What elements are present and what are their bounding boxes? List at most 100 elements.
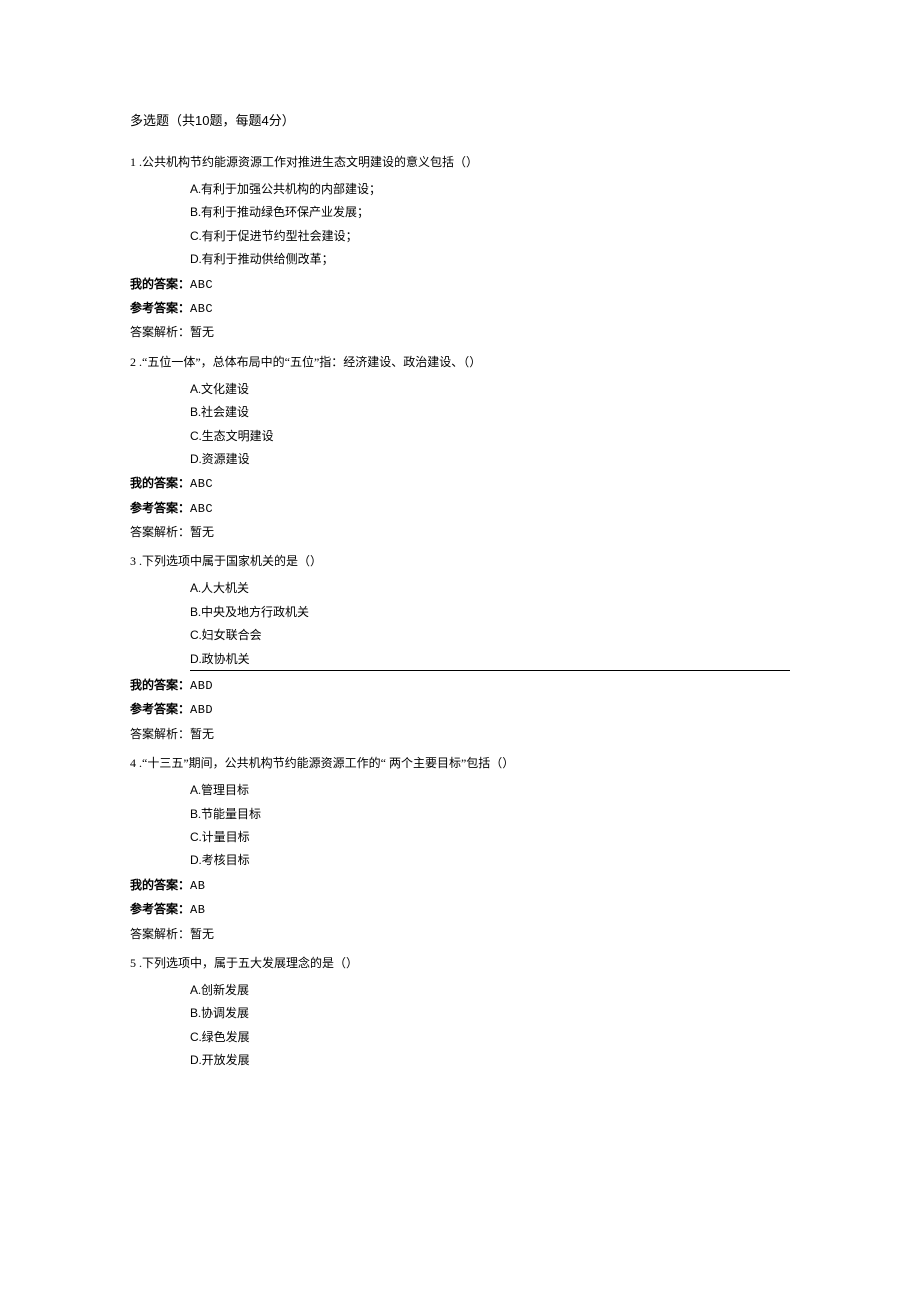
option-item[interactable]: A.管理目标 xyxy=(190,780,790,800)
option-text: .创新发展 xyxy=(198,983,249,997)
option-letter: B xyxy=(190,1006,198,1020)
option-item[interactable]: D.资源建设 xyxy=(190,449,790,469)
question-block: 4 .“十三五”期间，公共机构节约能源资源工作的“ 两个主要目标”包括（） A.管… xyxy=(130,754,790,944)
option-item[interactable]: A.人大机关 xyxy=(190,578,790,598)
question-stem: 1 .公共机构节约能源资源工作对推进生态文明建设的意义包括（） xyxy=(130,153,790,171)
option-letter: A xyxy=(190,783,198,797)
option-item[interactable]: C.生态文明建设 xyxy=(190,426,790,446)
reference-answer-label: 参考答案： xyxy=(130,902,190,916)
questions-list: 1 .公共机构节约能源资源工作对推进生态文明建设的意义包括（）A.有利于加强公共… xyxy=(130,153,790,1071)
question-stem: 5 .下列选项中，属于五大发展理念的是（） xyxy=(130,954,790,972)
option-text: .有利于推动绿色环保产业发展； xyxy=(198,205,369,219)
reference-answer-line: 参考答案：ABD xyxy=(130,699,790,720)
option-text: .有利于促进节约型社会建设； xyxy=(199,229,358,243)
question-block: 1 .公共机构节约能源资源工作对推进生态文明建设的意义包括（） A.有利于加强公共… xyxy=(130,153,790,343)
option-item[interactable]: B.中央及地方行政机关 xyxy=(190,602,790,622)
option-item[interactable]: A.有利于加强公共机构的内部建设； xyxy=(190,179,790,199)
question-text: .公共机构节约能源资源工作对推进生态文明建设的意义包括（） xyxy=(136,155,478,169)
option-item[interactable]: A.文化建设 xyxy=(190,379,790,399)
question-stem: 4 .“十三五”期间，公共机构节约能源资源工作的“ 两个主要目标”包括（） xyxy=(130,754,790,772)
option-letter: B xyxy=(190,205,198,219)
question-text: .“十三五”期间，公共机构节约能源资源工作的“ 两个主要目标”包括（） xyxy=(136,756,514,770)
option-text: .妇女联合会 xyxy=(199,628,262,642)
my-answer-value: ABC xyxy=(190,477,213,491)
option-text: .绿色发展 xyxy=(199,1030,250,1044)
option-letter: D xyxy=(190,853,199,867)
option-text: .政协机关 xyxy=(199,652,250,666)
option-letter: C xyxy=(190,429,199,443)
option-text: .协调发展 xyxy=(198,1006,249,1020)
my-answer-line: 我的答案：ABC xyxy=(130,473,790,494)
option-text: .社会建设 xyxy=(198,405,249,419)
my-answer-value: AB xyxy=(190,879,205,893)
option-item[interactable]: D.考核目标 xyxy=(190,850,790,870)
my-answer-value: ABC xyxy=(190,278,213,292)
option-item[interactable]: D.有利于推动供给侧改革； xyxy=(190,249,790,269)
reference-answer-label: 参考答案： xyxy=(130,501,190,515)
reference-answer-label: 参考答案： xyxy=(130,301,190,315)
answer-analysis: 答案解析：暂无 xyxy=(130,522,790,542)
option-text: .中央及地方行政机关 xyxy=(198,605,309,619)
option-text: .管理目标 xyxy=(198,783,249,797)
my-answer-line: 我的答案：AB xyxy=(130,875,790,896)
reference-answer-value: AB xyxy=(190,903,205,917)
option-letter: B xyxy=(190,807,198,821)
reference-answer-value: ABC xyxy=(190,502,213,516)
section-question-count: 10 xyxy=(195,113,209,128)
option-text: .考核目标 xyxy=(199,853,250,867)
option-item[interactable]: C.计量目标 xyxy=(190,827,790,847)
option-item[interactable]: B.节能量目标 xyxy=(190,804,790,824)
option-item[interactable]: C.有利于促进节约型社会建设； xyxy=(190,226,790,246)
reference-answer-line: 参考答案：AB xyxy=(130,899,790,920)
option-text: .人大机关 xyxy=(198,581,249,595)
option-text: .资源建设 xyxy=(199,452,250,466)
option-text: .节能量目标 xyxy=(198,807,261,821)
reference-answer-line: 参考答案：ABC xyxy=(130,498,790,519)
question-text: .下列选项中，属于五大发展理念的是（） xyxy=(136,956,358,970)
section-title-mid: 题，每题 xyxy=(209,113,261,128)
option-letter: A xyxy=(190,581,198,595)
option-text: .计量目标 xyxy=(199,830,250,844)
option-item[interactable]: B.协调发展 xyxy=(190,1003,790,1023)
question-text: .下列选项中属于国家机关的是（） xyxy=(136,554,322,568)
options-group: A.人大机关B.中央及地方行政机关C.妇女联合会D.政协机关 xyxy=(190,578,790,671)
option-item[interactable]: B.社会建设 xyxy=(190,402,790,422)
options-group: A.管理目标B.节能量目标C.计量目标D.考核目标 xyxy=(190,780,790,871)
answer-analysis: 答案解析：暂无 xyxy=(130,924,790,944)
option-letter: B xyxy=(190,405,198,419)
my-answer-line: 我的答案：ABD xyxy=(130,675,790,696)
answer-analysis: 答案解析：暂无 xyxy=(130,724,790,744)
option-letter: A xyxy=(190,983,198,997)
option-letter: C xyxy=(190,1030,199,1044)
reference-answer-value: ABD xyxy=(190,703,213,717)
option-item[interactable]: D.政协机关 xyxy=(190,649,790,671)
option-item[interactable]: B.有利于推动绿色环保产业发展； xyxy=(190,202,790,222)
option-letter: D xyxy=(190,1053,199,1067)
section-title-prefix: 多选题（共 xyxy=(130,113,195,128)
option-item[interactable]: D.开放发展 xyxy=(190,1050,790,1070)
reference-answer-label: 参考答案： xyxy=(130,702,190,716)
exam-page: 多选题（共10题，每题4分） 1 .公共机构节约能源资源工作对推进生态文明建设的… xyxy=(0,0,920,1175)
option-text: .开放发展 xyxy=(199,1053,250,1067)
option-letter: D xyxy=(190,652,199,666)
options-group: A.创新发展B.协调发展C.绿色发展D.开放发展 xyxy=(190,980,790,1071)
option-letter: C xyxy=(190,628,199,642)
option-item[interactable]: C.妇女联合会 xyxy=(190,625,790,645)
option-letter: B xyxy=(190,605,198,619)
question-text: .“五位一体”，总体布局中的“五位”指：经济建设、政治建设、（） xyxy=(136,355,481,369)
option-text: .文化建设 xyxy=(198,382,249,396)
my-answer-label: 我的答案： xyxy=(130,277,190,291)
options-group: A.有利于加强公共机构的内部建设； B.有利于推动绿色环保产业发展； C.有利于促进… xyxy=(190,179,790,270)
option-item[interactable]: C.绿色发展 xyxy=(190,1027,790,1047)
option-text: .有利于加强公共机构的内部建设； xyxy=(198,182,381,196)
option-item[interactable]: A.创新发展 xyxy=(190,980,790,1000)
option-letter: C xyxy=(190,229,199,243)
my-answer-value: ABD xyxy=(190,679,213,693)
option-letter: D xyxy=(190,252,199,266)
my-answer-label: 我的答案： xyxy=(130,678,190,692)
answer-analysis: 答案解析：暂无 xyxy=(130,322,790,342)
reference-answer-line: 参考答案：ABC xyxy=(130,298,790,319)
my-answer-line: 我的答案：ABC xyxy=(130,274,790,295)
reference-answer-value: ABC xyxy=(190,302,213,316)
my-answer-label: 我的答案： xyxy=(130,476,190,490)
